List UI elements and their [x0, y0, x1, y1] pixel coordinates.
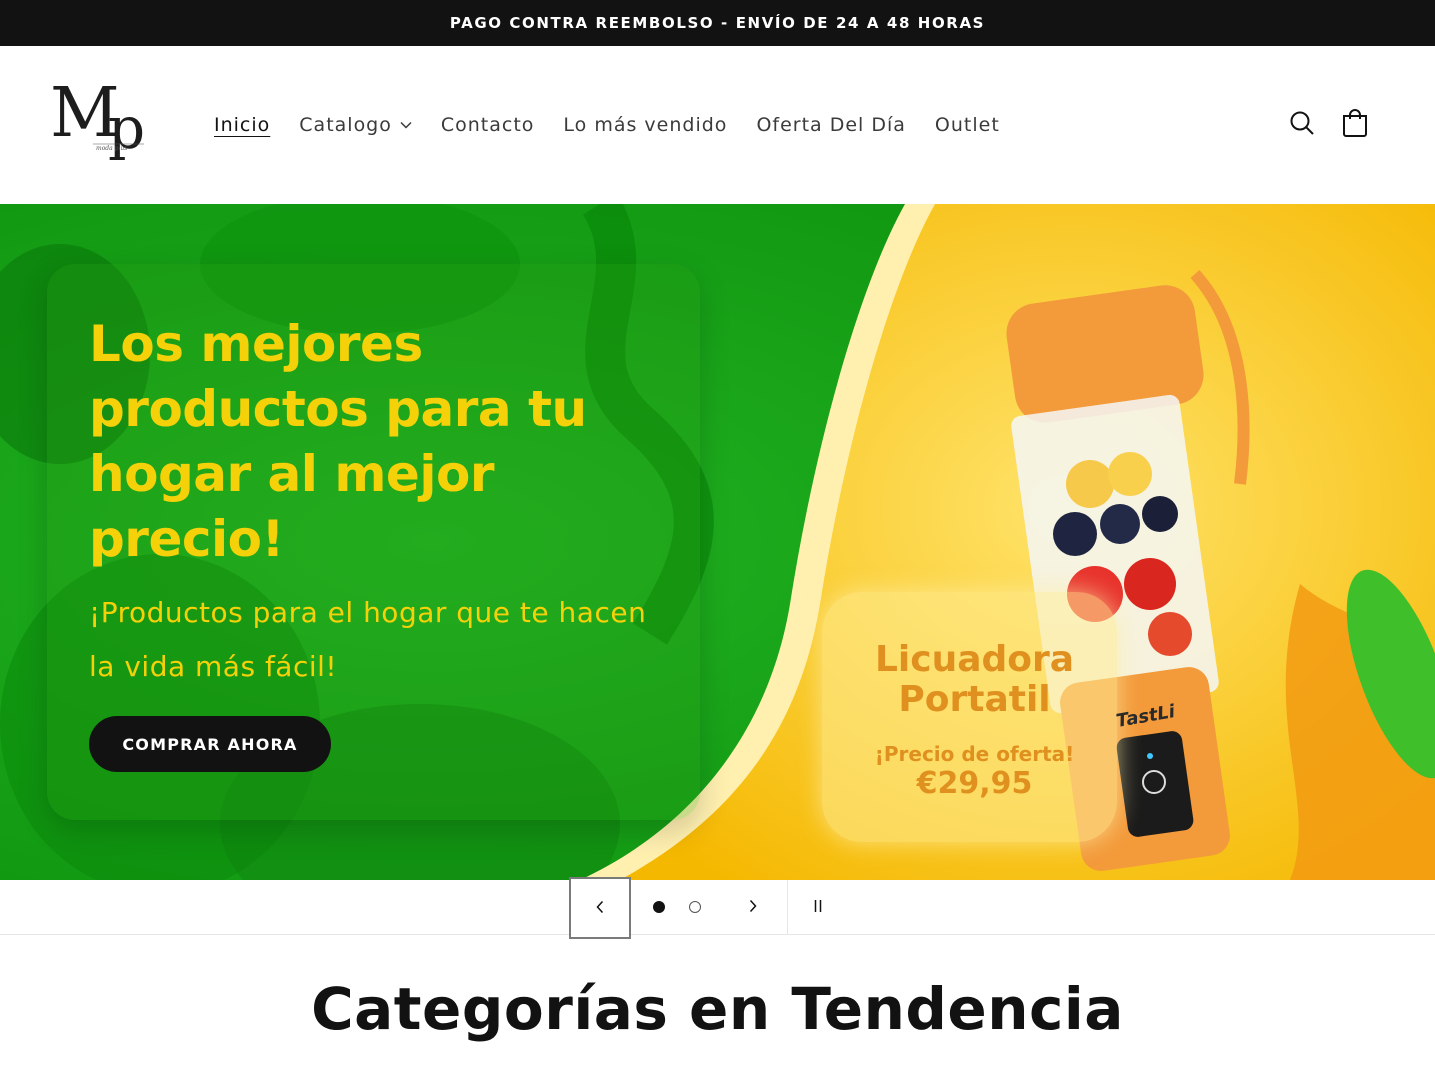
site-header: M p moda plus Inicio Catalogo Contacto L… — [0, 46, 1435, 204]
svg-text:moda plus: moda plus — [96, 145, 127, 152]
pause-icon — [812, 898, 824, 917]
offer-label: ¡Precio de oferta! — [874, 742, 1075, 766]
nav-item-contacto[interactable]: Contacto — [441, 114, 535, 136]
slide-pause-button[interactable] — [803, 892, 833, 922]
store-logo[interactable]: M p moda plus — [48, 74, 166, 174]
slide-dot-2[interactable] — [689, 901, 701, 913]
announcement-text: PAGO CONTRA REEMBOLSO - ENVÍO DE 24 A 48… — [449, 14, 986, 32]
shop-now-button[interactable]: COMPRAR AHORA — [89, 716, 331, 772]
controls-divider — [787, 880, 788, 935]
nav-item-lo-mas-vendido[interactable]: Lo más vendido — [563, 114, 727, 136]
nav-item-oferta-del-dia[interactable]: Oferta Del Día — [756, 114, 905, 136]
cart-icon[interactable] — [1340, 108, 1370, 138]
hero-banner: Los mejores productos para tu hogar al m… — [0, 204, 1435, 880]
offer-product-name: Licuadora Portatil — [874, 639, 1075, 720]
slide-previous-button[interactable] — [569, 877, 631, 939]
nav-item-outlet[interactable]: Outlet — [935, 114, 1000, 136]
slide-dot-1[interactable] — [653, 901, 665, 913]
chevron-down-icon — [400, 121, 412, 129]
offer-price: €29,95 — [916, 766, 1033, 801]
search-icon[interactable] — [1287, 108, 1317, 138]
chevron-left-icon — [595, 899, 605, 918]
hero-subtitle: ¡Productos para el hogar que te hacen la… — [89, 596, 647, 683]
slideshow-controls — [0, 877, 1435, 939]
main-nav: Inicio Catalogo Contacto Lo más vendido … — [214, 46, 1029, 204]
announcement-bar: PAGO CONTRA REEMBOLSO - ENVÍO DE 24 A 48… — [0, 0, 1435, 46]
slide-next-button[interactable] — [738, 892, 768, 922]
chevron-right-icon — [748, 898, 758, 917]
nav-item-inicio[interactable]: Inicio — [214, 114, 270, 136]
hero-title: Los mejores productos para tu hogar al m… — [89, 315, 587, 568]
svg-text:M: M — [50, 74, 117, 153]
categories-section-title: Categorías en Tendencia — [311, 975, 1124, 1043]
nav-item-catalogo[interactable]: Catalogo — [299, 114, 412, 136]
